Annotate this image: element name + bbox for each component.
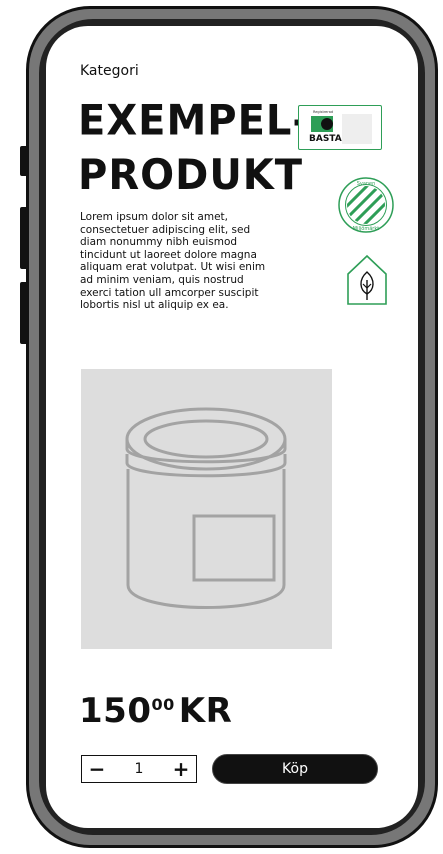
increase-quantity-button[interactable]: + [166, 757, 196, 781]
price-decimals: 00 [151, 695, 175, 714]
product-title: EXEMPEL- PRODUKT [78, 93, 309, 202]
swan-top-text: Svanen [357, 181, 376, 187]
category-label[interactable]: Kategori [80, 63, 139, 79]
basta-grey-block [342, 114, 372, 144]
swan-bottom-text: Miljömärkt [353, 226, 379, 232]
house-leaf-icon [347, 254, 387, 305]
price-label: 15000 KR [79, 691, 232, 731]
price-currency: KR [178, 691, 233, 731]
swan-ecolabel-icon: Svanen Miljömärkt [338, 177, 394, 233]
title-line-2: PRODUKT [78, 151, 304, 200]
volume-up-button [20, 207, 28, 269]
mute-switch [20, 146, 28, 176]
phone-screen: Kategori EXEMPEL- PRODUKT Lorem ipsum do… [46, 26, 418, 828]
basta-small-label: Registrerad [313, 110, 334, 114]
quantity-stepper: − 1 + [81, 755, 197, 783]
volume-down-button [20, 282, 28, 344]
basta-dot [321, 118, 333, 130]
buy-button[interactable]: Köp [212, 754, 378, 784]
quantity-value[interactable]: 1 [112, 761, 166, 777]
title-line-1: EXEMPEL- [78, 96, 311, 145]
basta-label: BASTA [309, 134, 342, 144]
product-image-placeholder [81, 369, 332, 649]
decrease-quantity-button[interactable]: − [82, 757, 112, 781]
basta-badge: Registrerad BASTA [298, 105, 382, 150]
price-main: 150 [79, 691, 152, 731]
product-description: Lorem ipsum dolor sit amet, consectetuer… [80, 211, 266, 312]
jar-icon [125, 407, 287, 609]
